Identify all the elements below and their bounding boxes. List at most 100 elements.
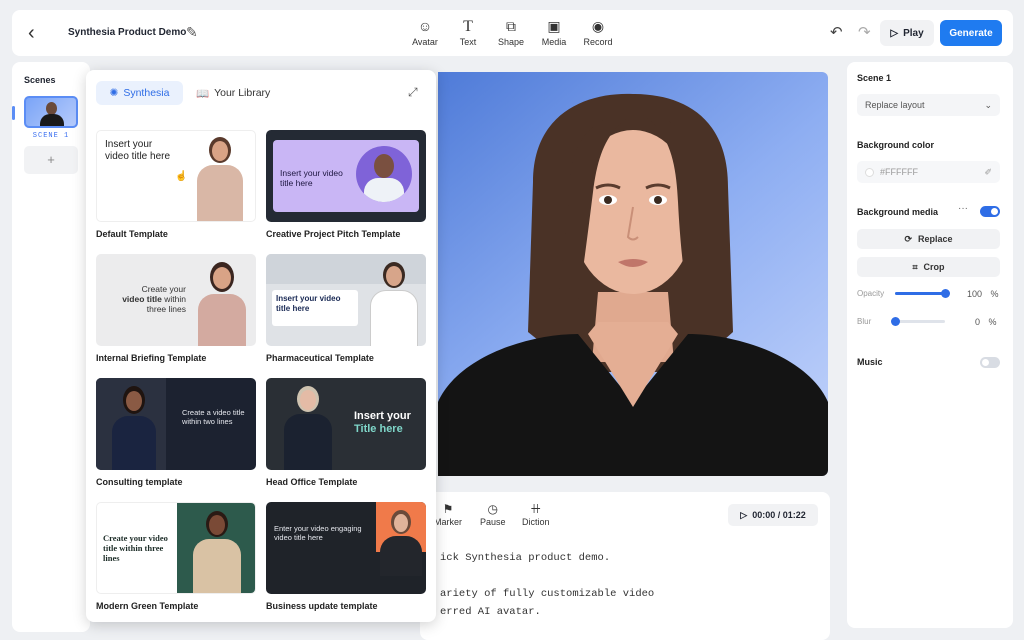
template-modern-green[interactable]: Create your video title within three lin… [96, 502, 256, 594]
edit-pencil-icon[interactable]: ✎ [186, 24, 198, 41]
marker-button[interactable]: ⚑ Marker [434, 502, 462, 527]
scenes-panel: Scenes SCENE 1 + [12, 62, 90, 632]
top-toolbar: ‹ Synthesia Product Demo ✎ ☺ Avatar T Te… [12, 10, 1013, 56]
text-tool-label: Text [459, 37, 477, 47]
undo-icon[interactable]: ↶ [830, 23, 843, 41]
bg-media-label: Background media [857, 207, 939, 217]
back-arrow-icon[interactable]: ‹ [28, 23, 48, 44]
avatar-tool-label: Avatar [412, 37, 438, 47]
timer-text: 00:00 / 01:22 [752, 510, 806, 520]
shape-tool-button[interactable]: ⧉ Shape [488, 18, 534, 47]
pause-label: Pause [480, 517, 506, 527]
template-name: Modern Green Template [96, 601, 199, 611]
pause-button[interactable]: ◷ Pause [480, 502, 506, 527]
blur-value-field[interactable]: 0 % [975, 317, 997, 327]
marker-label: Marker [434, 517, 463, 527]
template-business-update[interactable]: Enter your video engaging video title he… [266, 502, 426, 594]
bg-color-value: #FFFFFF [880, 167, 918, 177]
opacity-label: Opacity [857, 289, 885, 298]
scene-thumbnail[interactable] [24, 96, 78, 128]
scene-properties-title: Scene 1 [857, 73, 892, 83]
tab-your-library[interactable]: 📖 Your Library [196, 81, 286, 105]
template-picker-panel: ✺ Synthesia 📖 Your Library ⤢ Insert your… [86, 70, 436, 622]
script-editor[interactable]: ⚑ Marker ◷ Pause ꔠ Diction ▷ 00:00 / 01:… [420, 492, 830, 640]
record-icon: ◉ [591, 18, 605, 34]
pause-icon: ◷ [487, 502, 498, 516]
opacity-unit: % [990, 289, 999, 299]
eyedropper-icon[interactable]: ✐ [984, 167, 992, 178]
text-tool-button[interactable]: T Text [445, 18, 491, 47]
video-canvas[interactable] [438, 72, 828, 476]
opacity-value-field[interactable]: 100 % [967, 289, 999, 299]
music-toggle[interactable] [980, 357, 1000, 368]
scene-label: SCENE 1 [32, 132, 70, 140]
template-consulting[interactable]: Create a video title within two lines [96, 378, 256, 470]
blur-slider[interactable] [891, 317, 945, 326]
blur-value: 0 [975, 317, 981, 327]
cursor-icon: ☝ [175, 171, 188, 182]
more-options-icon[interactable]: ··· [958, 203, 968, 214]
bg-color-label: Background color [857, 140, 935, 150]
color-swatch [865, 167, 874, 177]
music-label: Music [857, 357, 883, 367]
play-button[interactable]: ▷ Play [880, 20, 934, 46]
avatar-icon: ☺ [417, 18, 433, 34]
marker-icon: ⚑ [442, 502, 454, 516]
template-name: Pharmaceutical Template [266, 353, 374, 363]
crop-icon: ⌗ [912, 261, 918, 272]
shape-tool-label: Shape [497, 37, 525, 47]
shape-icon: ⧉ [506, 18, 516, 34]
blur-unit: % [988, 317, 997, 327]
template-default[interactable]: Insert your video title here ☝ [96, 130, 256, 222]
thumb-title: Create a video title within two lines [182, 408, 245, 426]
thumb-title: Insert your video title here [280, 168, 343, 189]
template-name: Consulting template [96, 477, 183, 487]
crop-button[interactable]: ⌗ Crop [857, 257, 1000, 277]
replace-button[interactable]: ⟳ Replace [857, 229, 1000, 249]
thumb-title: Insert your video title here [105, 139, 171, 162]
tab-synthesia[interactable]: ✺ Synthesia [96, 81, 183, 105]
template-name: Business update template [266, 601, 378, 611]
project-title[interactable]: Synthesia Product Demo [68, 27, 186, 38]
template-head-office[interactable]: Insert your Title here [266, 378, 426, 470]
thumb-title-a: Insert your [354, 410, 411, 422]
expand-icon[interactable]: ⤢ [408, 85, 418, 100]
avatar-tool-button[interactable]: ☺ Avatar [402, 18, 448, 47]
media-icon: ▣ [547, 18, 561, 34]
opacity-slider[interactable] [895, 289, 950, 298]
record-tool-button[interactable]: ◉ Record [575, 18, 621, 47]
script-line: ariety of fully customizable video [440, 588, 655, 600]
generate-button[interactable]: Generate [940, 20, 1002, 46]
record-tool-label: Record [583, 37, 613, 47]
opacity-value: 100 [967, 289, 983, 299]
media-tool-label: Media [541, 37, 567, 47]
template-creative-pitch[interactable]: Insert your video title here [266, 130, 426, 222]
redo-icon[interactable]: ↷ [858, 23, 871, 41]
crop-label: Crop [923, 262, 945, 272]
text-icon: T [463, 18, 473, 35]
book-icon: 📖 [196, 87, 210, 100]
thumb-title-b: video title [122, 294, 162, 305]
tab-synthesia-label: Synthesia [123, 87, 170, 99]
script-line: ick Synthesia product demo. [440, 552, 611, 564]
template-internal-briefing[interactable]: Create your video title within three lin… [96, 254, 256, 346]
template-name: Head Office Template [266, 477, 358, 487]
thumb-title: Enter your video engaging video title he… [274, 524, 362, 542]
bg-media-toggle[interactable] [980, 206, 1000, 217]
avatar-presenter [438, 93, 828, 476]
template-name: Internal Briefing Template [96, 353, 207, 363]
replace-layout-select[interactable]: Replace layout ⌄ [857, 94, 1000, 116]
thumb-title-b: Title here [354, 423, 403, 436]
blur-label: Blur [857, 317, 872, 326]
template-pharmaceutical[interactable]: Insert your video title here [266, 254, 426, 346]
playback-timer[interactable]: ▷ 00:00 / 01:22 [728, 504, 818, 526]
thumb-title-a: Create your [141, 284, 186, 294]
add-scene-button[interactable]: + [24, 146, 78, 174]
active-scene-marker [12, 106, 15, 120]
media-tool-button[interactable]: ▣ Media [531, 18, 577, 47]
bg-color-field[interactable]: #FFFFFF ✐ [857, 161, 1000, 183]
replace-icon: ⟳ [904, 233, 912, 244]
play-label: Play [903, 27, 924, 39]
tab-library-label: Your Library [214, 87, 271, 99]
diction-button[interactable]: ꔠ Diction [522, 502, 550, 527]
